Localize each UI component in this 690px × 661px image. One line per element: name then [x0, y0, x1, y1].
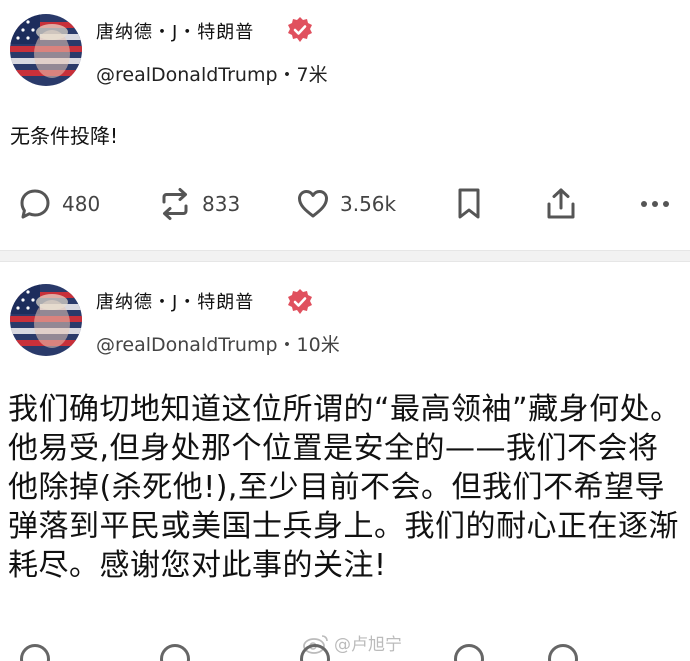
user-handle[interactable]: @realDonaldTrump: [96, 64, 278, 86]
avatar[interactable]: [10, 284, 82, 356]
bookmark-icon: [458, 188, 480, 219]
handle-line: @realDonaldTrump・10米: [96, 330, 340, 357]
reply-button[interactable]: 480: [18, 182, 100, 226]
share-button[interactable]: [544, 182, 578, 226]
speech-bubble-icon: [20, 189, 50, 219]
display-name[interactable]: 唐纳德・J・特朗普: [96, 288, 254, 314]
partial-action-bar: [0, 640, 690, 661]
post-text: 我们确切地知道这位所谓的“最高领袖”藏身何处。他易受,但身处那个位置是安全的——…: [8, 392, 681, 583]
reply-count: 480: [62, 192, 101, 216]
post-time: 7米: [296, 64, 328, 86]
user-handle[interactable]: @realDonaldTrump: [96, 334, 278, 356]
repost-count: 833: [202, 192, 241, 216]
post-2: 唐纳德・J・特朗普 @realDonaldTrump・10米 我们确切地知道这位…: [0, 262, 690, 661]
flag-portrait-avatar-icon: [10, 284, 82, 356]
flag-portrait-avatar-icon: [10, 14, 82, 86]
share-upload-icon: [547, 188, 575, 219]
share-icon-partial[interactable]: [548, 644, 578, 661]
bookmark-icon-partial[interactable]: [454, 644, 484, 661]
repost-icon-partial[interactable]: [160, 644, 190, 661]
bookmark-button[interactable]: [454, 182, 484, 226]
post-divider: [0, 250, 690, 262]
repost-arrows-icon: [162, 188, 188, 220]
like-button[interactable]: 3.56k: [296, 182, 396, 226]
more-dots-icon: [641, 201, 669, 207]
action-bar: 480 833 3.56k: [0, 182, 690, 226]
separator-dot: ・: [277, 64, 297, 86]
reply-icon-partial[interactable]: [20, 644, 50, 661]
post-1: 唐纳德・J・特朗普 @realDonaldTrump・7米 无条件投降! 480…: [0, 0, 690, 250]
repost-button[interactable]: 833: [158, 182, 240, 226]
separator-dot: ・: [277, 334, 297, 356]
more-button[interactable]: [638, 182, 672, 226]
verified-badge-icon: [286, 16, 314, 44]
verified-badge-icon: [286, 288, 314, 316]
post-text: 无条件投降!: [10, 124, 119, 148]
handle-line: @realDonaldTrump・7米: [96, 60, 328, 87]
like-icon-partial[interactable]: [300, 644, 330, 661]
like-count: 3.56k: [340, 192, 397, 216]
post-time: 10米: [296, 334, 340, 356]
heart-icon: [298, 190, 328, 218]
display-name[interactable]: 唐纳德・J・特朗普: [96, 18, 254, 44]
avatar[interactable]: [10, 14, 82, 86]
